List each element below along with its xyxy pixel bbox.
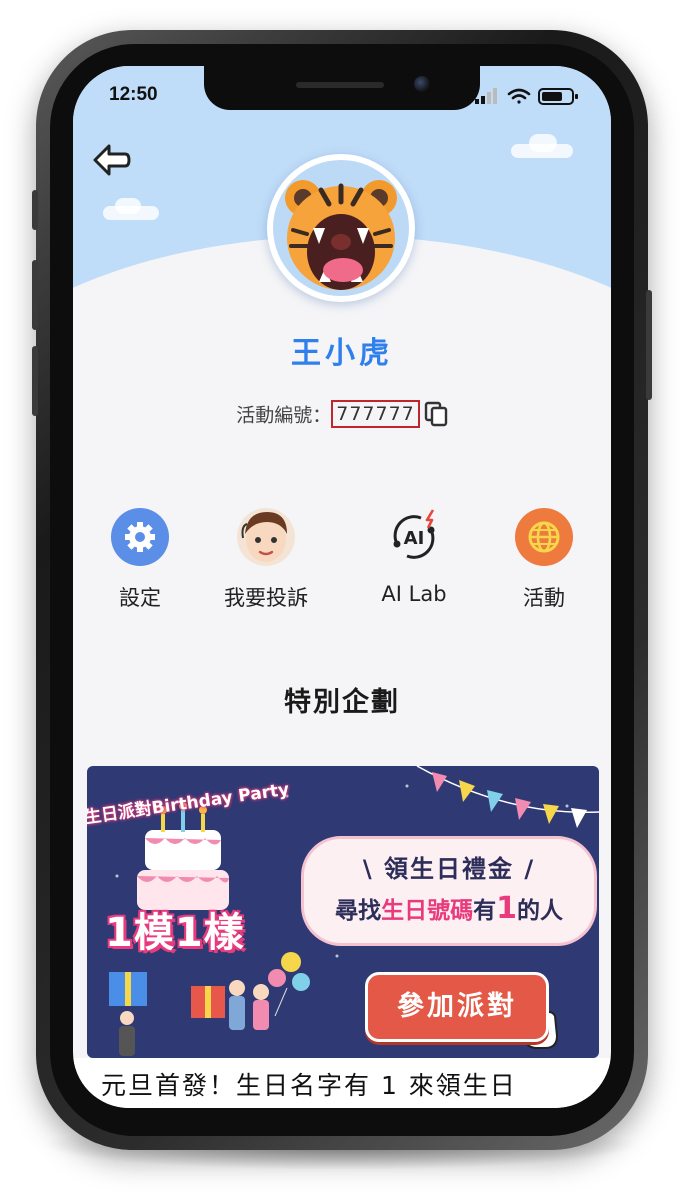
promo-line2-number: 1 [496,891,517,926]
avatar[interactable] [267,154,415,302]
tiger-avatar-image [273,160,409,296]
balloons [268,952,310,1017]
promo-line2-highlight: 生日號碼 [381,898,474,924]
bunting-flags [432,772,587,828]
notch [204,66,480,110]
svg-text:AI: AI [404,528,425,549]
wifi-icon [507,88,531,104]
user-name: 王小虎 [291,336,393,371]
menu-label-ai-lab: AI Lab [381,582,447,606]
same-one-text: 1模1樣 [105,910,245,956]
promo-line2-suffix: 的人 [516,898,563,924]
quick-menu: 設定 我要投訴 AI AI Lab 活動 [73,508,611,618]
menu-label-activity: 活動 [523,586,565,610]
copy-icon[interactable] [424,401,448,427]
promo-line2-mid: 有 [473,898,497,924]
agent-avatar-icon [237,508,295,566]
activity-id-label: 活動編號： [236,404,332,427]
power-button [646,290,652,400]
activity-id-row: 活動編號： 777777 [73,400,611,428]
volume-up-button [32,260,38,330]
menu-item-ai-lab[interactable]: AI AI Lab [349,508,479,606]
promo-message-bubble: \ 領生日禮金 / 尋找生日號碼有1的人 [301,836,597,946]
speaker [296,82,384,88]
globe-icon [515,508,573,566]
banner-caption: 元旦首發！生日名字有 1 來領生日 [101,1071,517,1100]
back-arrow-icon[interactable] [91,142,131,178]
promo-banner[interactable]: 生日派對Birthday Party 1模1樣 \ 領生日禮金 / 尋找生日號碼… [87,766,599,1058]
gear-icon [111,508,169,566]
menu-item-complaint[interactable]: 我要投訴 [201,508,331,612]
battery-icon [538,88,578,105]
ai-icon: AI [385,508,443,566]
join-party-button[interactable]: 參加派對 [365,972,549,1042]
promo-line2-prefix: 尋找 [335,898,382,924]
promo-line2: 尋找生日號碼有1的人 [304,891,594,926]
front-camera [414,76,430,92]
volume-down-button [32,346,38,416]
tiger-face-icon [285,180,397,290]
cloud [529,134,557,152]
menu-label-settings: 設定 [119,586,161,610]
activity-id-value: 777777 [331,400,420,428]
cloud [115,198,141,214]
status-time: 12:50 [109,84,158,105]
cellular-signal-icon [475,88,497,104]
menu-item-activity[interactable]: 活動 [479,508,609,612]
app-screen: 12:50 王小虎 活動編號： 777777 設定 我要投訴 AI AI Lab… [73,66,611,1108]
section-title: 特別企劃 [284,687,400,718]
status-icons [475,88,578,105]
promo-line1: \ 領生日禮金 / [362,855,536,883]
mute-switch [32,190,38,230]
menu-label-complaint: 我要投訴 [224,586,308,610]
menu-item-settings[interactable]: 設定 [75,508,205,612]
banner-caption-bar: 元旦首發！生日名字有 1 來領生日 [73,1058,611,1108]
